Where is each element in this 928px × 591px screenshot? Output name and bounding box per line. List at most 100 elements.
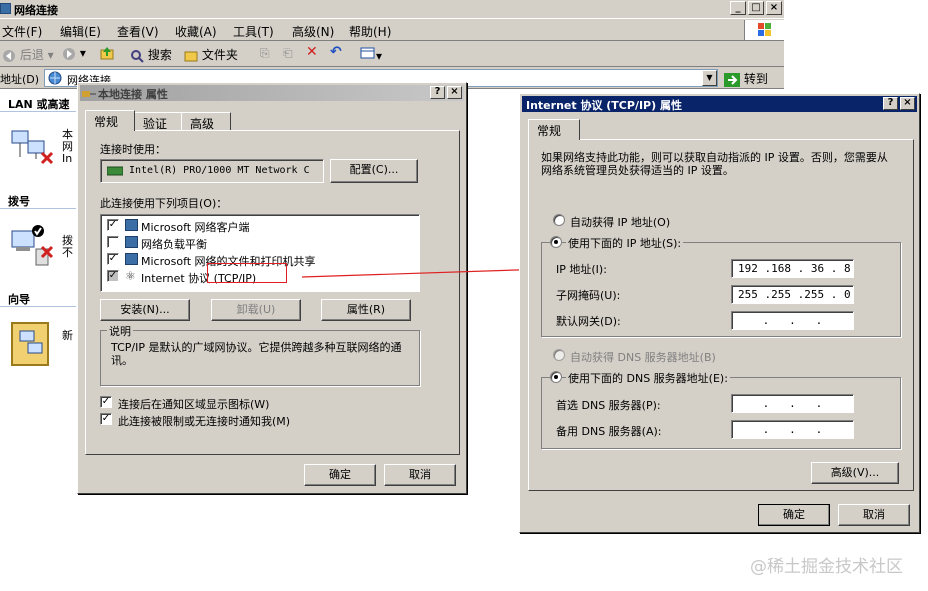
network-folder-icon	[0, 3, 11, 14]
dialup-group-header: 拨号	[8, 195, 30, 208]
go-button[interactable]: 转到	[724, 70, 768, 87]
tcpip-props-titlebar: Internet 协议 (TCP/IP) 属性 ? ×	[522, 96, 917, 112]
items-label: 此连接使用下列项目(O)：	[100, 197, 228, 210]
tab-authentication[interactable]: 验证	[134, 112, 182, 131]
tab-advanced[interactable]: 高级	[181, 112, 231, 131]
tab-general[interactable]: 常规	[85, 110, 135, 131]
item-checkbox[interactable]: ✓	[107, 219, 119, 231]
auto-dns-label: 自动获得 DNS 服务器地址(B)	[570, 351, 716, 364]
preferred-dns-input[interactable]: . . .	[731, 394, 854, 413]
network-adapter-icon	[107, 166, 123, 176]
ip-address-label: IP 地址(I):	[556, 263, 607, 276]
back-arrow-icon	[3, 49, 15, 62]
forward-arrow-icon	[63, 47, 75, 60]
address-dropdown-icon[interactable]: ▼	[702, 70, 717, 86]
manual-dns-label: 使用下面的 DNS 服务器地址(E):	[566, 370, 730, 386]
menu-advanced[interactable]: 高级(N)	[292, 23, 334, 40]
alternate-dns-input[interactable]: . . .	[731, 420, 854, 439]
folders-button[interactable]: 文件夹	[184, 46, 238, 63]
manual-ip-radio[interactable]	[550, 236, 562, 248]
close-icon[interactable]: ×	[900, 97, 915, 110]
description-group: 说明 TCP/IP 是默认的广域网协议。它提供跨越多种互联网络的通讯。	[100, 323, 420, 386]
local-connection-item[interactable]	[8, 127, 56, 170]
minimize-icon[interactable]: _	[730, 1, 746, 15]
network-cable-icon	[82, 91, 96, 97]
main-window-title: 网络连接	[14, 4, 58, 17]
back-label: 后退	[19, 48, 44, 62]
dialup-connection-item[interactable]	[8, 223, 56, 272]
load-balancing-icon	[125, 236, 138, 248]
item-checkbox[interactable]	[107, 236, 119, 248]
menu-favorites[interactable]: 收藏(A)	[175, 23, 217, 40]
forward-button[interactable]: ▾	[62, 46, 86, 61]
manual-ip-label: 使用下面的 IP 地址(S):	[566, 235, 684, 251]
cancel-button[interactable]: 取消	[384, 464, 456, 486]
back-button[interactable]: 后退 ▾	[2, 46, 54, 63]
watermark: @稀土掘金技术社区	[750, 557, 903, 577]
menu-view[interactable]: 查看(V)	[117, 23, 159, 40]
address-label: 地址(D)	[0, 73, 40, 86]
configure-button[interactable]: 配置(C)...	[330, 159, 418, 183]
item-label: Microsoft 网络客户端	[141, 221, 250, 234]
install-button[interactable]: 安装(N)...	[100, 299, 190, 321]
tcpip-general-panel: 如果网络支持此功能，则可以获取自动指派的 IP 设置。否则，您需要从网络系统管理…	[528, 139, 914, 491]
main-window-titlebar: 网络连接 _ □ ×	[0, 0, 784, 19]
auto-dns-radio[interactable]	[553, 349, 565, 361]
menu-tools[interactable]: 工具(T)	[233, 23, 274, 40]
item-checkbox[interactable]: ✓	[107, 270, 119, 282]
menu-bar: 文件(F) 编辑(E) 查看(V) 收藏(A) 工具(T) 高级(N) 帮助(H…	[0, 19, 784, 41]
new-connection-wizard-label: 新	[62, 329, 73, 342]
cancel-button[interactable]: 取消	[838, 504, 910, 526]
intro-text: 如果网络支持此功能，则可以获取自动指派的 IP 设置。否则，您需要从网络系统管理…	[541, 151, 888, 177]
description-title: 说明	[107, 323, 133, 339]
subnet-mask-input[interactable]: 255 .255 .255 . 0	[731, 285, 854, 304]
menu-edit[interactable]: 编辑(E)	[60, 23, 101, 40]
copy-to-icon[interactable]: ⎗	[283, 46, 293, 61]
general-tab-panel: 连接时使用： Intel(R) PRO/1000 MT Network C 配置…	[85, 130, 460, 455]
move-to-icon[interactable]: ⎘	[260, 46, 270, 61]
new-connection-wizard-icon	[11, 322, 49, 366]
folder-icon	[184, 51, 198, 61]
annotation-highlight-box	[207, 263, 287, 283]
close-icon[interactable]: ×	[447, 86, 462, 99]
up-folder-button[interactable]	[100, 46, 114, 63]
client-network-icon	[125, 219, 138, 231]
notify-checkbox[interactable]: ✓	[100, 413, 112, 425]
auto-ip-label: 自动获得 IP 地址(O)	[570, 216, 671, 229]
windows-logo-icon	[744, 20, 784, 40]
maximize-icon[interactable]: □	[748, 1, 764, 15]
description-text: TCP/IP 是默认的广域网协议。它提供跨越多种互联网络的通讯。	[111, 341, 402, 367]
adapter-name: Intel(R) PRO/1000 MT Network C	[129, 165, 310, 176]
new-connection-wizard-item[interactable]	[8, 319, 54, 372]
search-button[interactable]: 搜索	[130, 46, 172, 63]
gateway-input[interactable]: . . .	[731, 311, 854, 330]
item-checkbox[interactable]: ✓	[107, 253, 119, 265]
up-folder-icon	[100, 47, 114, 60]
tab-general[interactable]: 常规	[528, 119, 580, 140]
ok-button[interactable]: 确定	[758, 504, 830, 526]
ip-settings-group: 使用下面的 IP 地址(S): IP 地址(I): 192 .168 . 36 …	[541, 235, 901, 337]
advanced-button[interactable]: 高级(V)...	[811, 462, 899, 484]
tcpip-properties-dialog: Internet 协议 (TCP/IP) 属性 ? × 常规 如果网络支持此功能…	[519, 93, 920, 533]
dialup-connection-icon	[11, 225, 54, 266]
delete-icon[interactable]: ✕	[306, 44, 318, 60]
manual-dns-radio[interactable]	[550, 371, 562, 383]
menu-file[interactable]: 文件(F)	[2, 23, 42, 40]
ok-button[interactable]: 确定	[304, 464, 376, 486]
uninstall-button[interactable]: 卸载(U)	[211, 299, 301, 321]
tcpip-props-title: Internet 协议 (TCP/IP) 属性	[526, 99, 682, 112]
local-props-title: 本地连接 属性	[98, 88, 168, 101]
menu-help[interactable]: 帮助(H)	[349, 23, 391, 40]
help-icon[interactable]: ?	[430, 86, 445, 99]
local-connection-label: 本 网 In	[62, 128, 73, 165]
show-icon-checkbox[interactable]: ✓	[100, 396, 112, 408]
auto-ip-radio[interactable]	[553, 214, 565, 226]
close-icon[interactable]: ×	[766, 1, 782, 15]
dialup-connection-label: 拨 不	[62, 234, 73, 259]
properties-button[interactable]: 属性(R)	[321, 299, 411, 321]
help-icon[interactable]: ?	[883, 97, 898, 110]
undo-icon[interactable]: ↶	[330, 44, 342, 60]
search-icon	[131, 49, 144, 63]
views-button[interactable]: ▾	[360, 46, 382, 63]
ip-address-input[interactable]: 192 .168 . 36 . 8	[731, 259, 854, 278]
